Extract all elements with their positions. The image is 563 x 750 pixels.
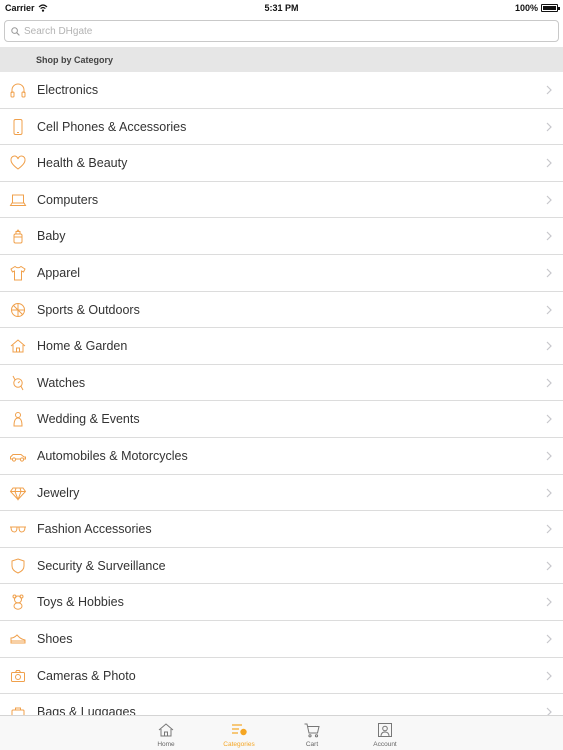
search-icon <box>11 26 20 36</box>
tshirt-icon <box>10 265 26 281</box>
category-label: Sports & Outdoors <box>37 302 140 317</box>
category-row[interactable]: Bags & Luggages <box>0 694 563 715</box>
category-label: Home & Garden <box>37 339 128 354</box>
tab-bar: Home Categories Cart Account <box>0 715 563 750</box>
chevron-right-icon <box>546 671 552 680</box>
heart-icon <box>10 155 26 170</box>
wedding-icon <box>13 412 23 427</box>
tab-label: Account <box>373 741 397 748</box>
category-row[interactable]: Computers <box>0 181 563 219</box>
category-label: Apparel <box>37 265 81 280</box>
chevron-right-icon <box>546 451 552 461</box>
category-label: Jewelry <box>37 485 80 500</box>
tab-account[interactable]: Account <box>355 716 415 750</box>
chevron-right-icon <box>546 707 552 715</box>
clock: 5:31 PM <box>264 3 299 13</box>
chevron-right-icon <box>546 634 552 644</box>
tab-home[interactable]: Home <box>136 716 196 750</box>
tab-categories[interactable]: Categories <box>209 716 269 750</box>
category-row[interactable]: Security & Surveillance <box>0 547 563 585</box>
diamond-icon <box>9 487 27 501</box>
category-label: Wedding & Events <box>37 412 140 427</box>
camera-icon <box>11 669 25 682</box>
category-row[interactable]: Sports & Outdoors <box>0 291 563 329</box>
baby-bottle-icon <box>13 229 23 244</box>
category-label: Automobiles & Motorcycles <box>37 448 188 463</box>
category-row[interactable]: Wedding & Events <box>0 401 563 438</box>
category-row[interactable]: Cell Phones & Accessories <box>0 108 563 146</box>
chevron-right-icon <box>546 268 552 278</box>
tab-label: Home <box>157 741 175 748</box>
chevron-right-icon <box>546 122 552 132</box>
category-row[interactable]: Health & Beauty <box>0 145 563 182</box>
shield-icon <box>11 558 25 574</box>
phone-icon <box>13 118 23 135</box>
chevron-right-icon <box>546 195 552 205</box>
category-row[interactable]: Apparel <box>0 254 563 292</box>
category-label: Bags & Luggages <box>37 705 136 715</box>
cart-icon <box>304 723 320 738</box>
chevron-right-icon <box>546 524 552 534</box>
category-label: Computers <box>37 192 99 207</box>
laptop-icon <box>9 194 27 206</box>
car-icon <box>10 453 26 462</box>
tab-cart[interactable]: Cart <box>282 716 342 750</box>
house-icon <box>10 339 26 353</box>
category-row[interactable]: Toys & Hobbies <box>0 584 563 621</box>
chevron-right-icon <box>546 378 552 388</box>
section-header: Shop by Category <box>0 47 563 72</box>
chevron-right-icon <box>546 231 552 241</box>
category-row[interactable]: Jewelry <box>0 474 563 512</box>
section-title: Shop by Category <box>36 55 114 65</box>
categories-icon <box>232 724 247 736</box>
chevron-right-icon <box>546 597 552 607</box>
category-list: Electronics Cell Phones & Accessories Heal… <box>0 72 563 715</box>
home-icon <box>158 723 174 737</box>
watch-icon <box>12 375 24 390</box>
category-row[interactable]: Home & Garden <box>0 328 563 365</box>
category-label: Security & Surveillance <box>37 558 166 573</box>
category-row[interactable]: Automobiles & Motorcycles <box>0 437 563 475</box>
category-row[interactable]: Cameras & Photo <box>0 657 563 695</box>
category-label: Watches <box>37 375 86 390</box>
account-icon <box>378 723 392 737</box>
tab-label: Categories <box>223 741 255 748</box>
battery-icon <box>541 4 560 12</box>
ball-icon <box>11 302 25 317</box>
sunglasses-icon <box>10 526 26 533</box>
search-input[interactable] <box>24 25 544 37</box>
status-bar: Carrier 5:31 PM 100% <box>0 0 563 16</box>
chevron-right-icon <box>546 561 552 571</box>
category-label: Fashion Accessories <box>37 522 152 537</box>
category-label: Cell Phones & Accessories <box>37 119 187 134</box>
chevron-right-icon <box>546 158 552 168</box>
category-label: Electronics <box>37 83 99 97</box>
category-label: Toys & Hobbies <box>37 595 124 610</box>
category-row[interactable]: Watches <box>0 364 563 402</box>
category-row[interactable]: Shoes <box>0 620 563 658</box>
category-row[interactable]: Electronics <box>0 72 563 109</box>
chevron-right-icon <box>546 305 552 314</box>
shoe-icon <box>10 634 26 644</box>
headphones-icon <box>10 83 26 98</box>
category-label: Baby <box>37 229 66 244</box>
chevron-right-icon <box>546 414 552 424</box>
category-row[interactable]: Fashion Accessories <box>0 511 563 548</box>
category-label: Cameras & Photo <box>37 668 136 683</box>
category-row[interactable]: Baby <box>0 218 563 255</box>
tab-label: Cart <box>305 741 319 748</box>
search-bar <box>0 16 563 47</box>
chevron-right-icon <box>546 341 552 351</box>
category-label: Shoes <box>37 631 73 646</box>
chevron-right-icon <box>546 85 552 95</box>
bag-icon <box>11 707 25 715</box>
teddy-bear-icon <box>12 594 24 611</box>
chevron-right-icon <box>546 488 552 497</box>
search-box[interactable] <box>4 20 559 42</box>
category-label: Health & Beauty <box>37 156 128 171</box>
battery-percent: 100% <box>514 3 538 13</box>
battery-indicator: 100% <box>514 3 560 13</box>
